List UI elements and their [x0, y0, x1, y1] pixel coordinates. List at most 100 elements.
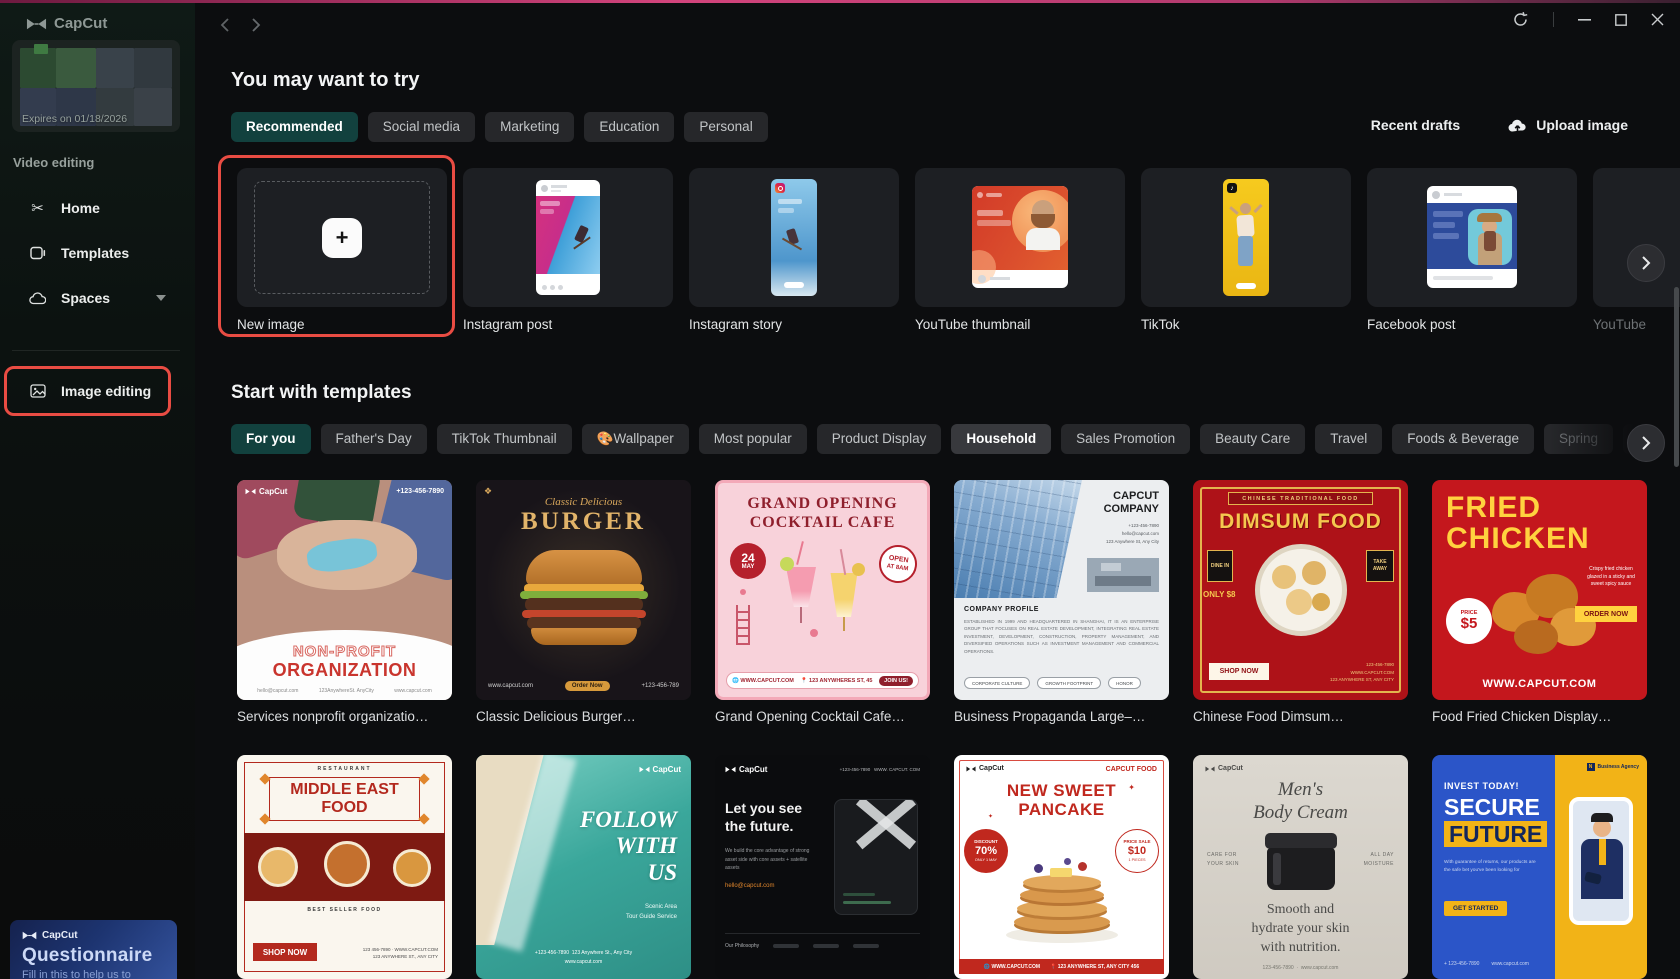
chip-fathers-day[interactable]: Father's Day [320, 424, 427, 454]
mock-line [778, 199, 802, 204]
jar-highlight [1273, 853, 1281, 885]
chip-education[interactable]: Education [584, 112, 675, 142]
instagram-post-mock [536, 180, 600, 295]
card-label: YouTube [1593, 317, 1647, 332]
subscription-banner[interactable]: Expires on 01/18/2026 [12, 40, 180, 132]
nav-forward-button[interactable] [245, 14, 267, 36]
profile-chip: GROWTH FOOTPRINT [1037, 677, 1102, 689]
template-business[interactable]: CAPCUT COMPANY +123-456-7890 hello@capcu… [954, 480, 1169, 700]
instagram-post-tile[interactable] [463, 168, 673, 307]
try-filter-chips: Recommended Social media Marketing Educa… [231, 112, 768, 142]
sidebar: CapCut Expires on 01/18/2026 Video editi… [0, 0, 195, 979]
chip-marketing[interactable]: Marketing [485, 112, 575, 142]
poster-logo-text: CapCut [979, 765, 1004, 772]
chip-most-popular[interactable]: Most popular [698, 424, 807, 454]
poster-footer: hello@capcut.com 123AnywhereSt. AnyCity … [237, 688, 452, 694]
template-pancake[interactable]: CapCut CAPCUT FOOD NEW SWEET PANCAKE ✦ ✦… [954, 755, 1169, 979]
jar-lid [1265, 833, 1337, 849]
template-cocktail[interactable]: GRAND OPENING COCKTAIL CAFE 24 MAY OPEN … [715, 480, 930, 700]
poster-title: DIMSUM FOOD [1219, 510, 1382, 533]
chip-tiktok-thumbnail[interactable]: TikTok Thumbnail [436, 424, 572, 454]
facebook-post-tile[interactable] [1367, 168, 1577, 307]
chip-foods-beverage[interactable]: Foods & Beverage [1392, 424, 1535, 454]
chip-product-display[interactable]: Product Display [816, 424, 942, 454]
profile-heading: COMPANY PROFILE [964, 606, 1039, 613]
recent-drafts-button[interactable]: Recent drafts [1371, 117, 1460, 133]
chip-sales-promotion[interactable]: Sales Promotion [1061, 424, 1191, 454]
youtube-thumb-mock [972, 186, 1068, 288]
nav-back-button[interactable] [213, 14, 235, 36]
price-value: $5 [1460, 614, 1478, 632]
poster-columns: Our Philosophy [725, 943, 880, 949]
cards-next-button[interactable] [1627, 244, 1665, 282]
template-cream[interactable]: CapCut Men's Body Cream CARE FOR YOUR SK… [1193, 755, 1408, 979]
template-burger[interactable]: ❖ Classic Delicious BURGER www.capcut.co… [476, 480, 691, 700]
plus-icon[interactable]: + [322, 218, 362, 258]
template-cell: N Business Agency INVEST TODAY! SECURE F… [1432, 755, 1647, 979]
template-cell: RESTAURANT MIDDLE EAST FOOD BEST SELLER … [237, 755, 452, 979]
chip-spring[interactable]: Spring [1544, 424, 1614, 454]
card-label: Instagram post [463, 317, 553, 332]
footer-phone: + 123-456-7890 [1444, 961, 1480, 967]
template-label: Services nonprofit organizatio… [237, 709, 429, 724]
template-dimsum[interactable]: CHINESE TRADITIONAL FOOD DIMSUM FOOD DIN… [1193, 480, 1408, 700]
chip-personal[interactable]: Personal [684, 112, 768, 142]
chip-household[interactable]: Household [951, 424, 1052, 454]
pancake-graphic [1006, 843, 1118, 943]
chips-next-button[interactable] [1627, 424, 1665, 462]
footer-item: 123 ANYWHERE ST, ANY CITY [1330, 677, 1394, 683]
template-label: Business Propaganda Large–… [954, 709, 1146, 724]
mock-dot [550, 285, 555, 290]
scrollbar-thumb[interactable] [1674, 287, 1679, 467]
youtube-thumbnail-tile[interactable] [915, 168, 1125, 307]
sidebar-item-image-editing[interactable]: Image editing [12, 371, 180, 411]
sidebar-item-spaces[interactable]: Spaces [12, 278, 180, 318]
youtube-partial-tile[interactable] [1593, 168, 1680, 307]
chip-for-you[interactable]: For you [231, 424, 311, 454]
mock-photo [536, 196, 600, 274]
contact-line: +123-456-7890 [1128, 523, 1159, 528]
poster-title: FRIED CHICKEN [1446, 492, 1590, 555]
maximize-button[interactable] [1615, 13, 1627, 26]
questionnaire-title: Questionnaire [22, 945, 153, 966]
close-button[interactable] [1651, 13, 1664, 26]
sidebar-item-templates[interactable]: Templates [12, 233, 180, 273]
burger-graphic [520, 550, 648, 650]
phone-mockup [1569, 797, 1633, 925]
caption-line: YOUR SKIN [1207, 860, 1240, 867]
contact-phone: +123-456-7890 [839, 767, 871, 772]
chevron-down-icon[interactable] [156, 295, 166, 301]
footer-item: 🌐 WWW.CAPCUT.COM [732, 678, 794, 684]
questionnaire-logo-text: CapCut [42, 930, 78, 941]
order-now-pill: Order Now [564, 681, 610, 691]
minimize-button[interactable] [1578, 13, 1591, 26]
tiktok-tile[interactable]: ♪ [1141, 168, 1351, 307]
title-line: MIDDLE EAST [290, 781, 399, 799]
refresh-button[interactable] [1512, 11, 1529, 28]
template-chicken[interactable]: FRIED CHICKEN Crispy fried chicken glaze… [1432, 480, 1647, 700]
glass [786, 567, 816, 607]
chip-social-media[interactable]: Social media [367, 112, 476, 142]
top-banner: CHINESE TRADITIONAL FOOD [1228, 492, 1373, 505]
sidebar-item-home[interactable]: ✂ Home [12, 188, 180, 228]
food-plate [393, 849, 431, 887]
new-image-tile[interactable]: + [237, 168, 447, 307]
template-follow[interactable]: CapCut FOLLOW WITH US Scenic Area Tour G… [476, 755, 691, 979]
chip-recommended[interactable]: Recommended [231, 112, 358, 142]
instagram-story-tile[interactable] [689, 168, 899, 307]
chip-wallpaper[interactable]: 🎨Wallpaper [581, 424, 689, 454]
questionnaire-card[interactable]: CapCut Questionnaire Fill in this to hel… [10, 920, 177, 979]
template-mideast[interactable]: RESTAURANT MIDDLE EAST FOOD BEST SELLER … [237, 755, 452, 979]
chip-travel[interactable]: Travel [1315, 424, 1383, 454]
strawberry [1078, 862, 1087, 871]
title-line: NEW SWEET [1006, 781, 1117, 800]
template-future[interactable]: CapCut +123-456-7890 WWW. CAPCUT. COM Le… [715, 755, 930, 979]
template-invest[interactable]: N Business Agency INVEST TODAY! SECURE F… [1432, 755, 1647, 979]
mock-line [540, 209, 554, 214]
template-nonprofit[interactable]: CapCut +123-456-7890 NON-PROFIT ORGANIZA… [237, 480, 452, 700]
chip-beauty-care[interactable]: Beauty Care [1200, 424, 1306, 454]
instagram-story-mock [771, 179, 817, 296]
template-cell: FRIED CHICKEN Crispy fried chicken glaze… [1432, 480, 1647, 724]
poster-divider [725, 933, 920, 934]
upload-image-button[interactable]: Upload image [1508, 117, 1628, 133]
